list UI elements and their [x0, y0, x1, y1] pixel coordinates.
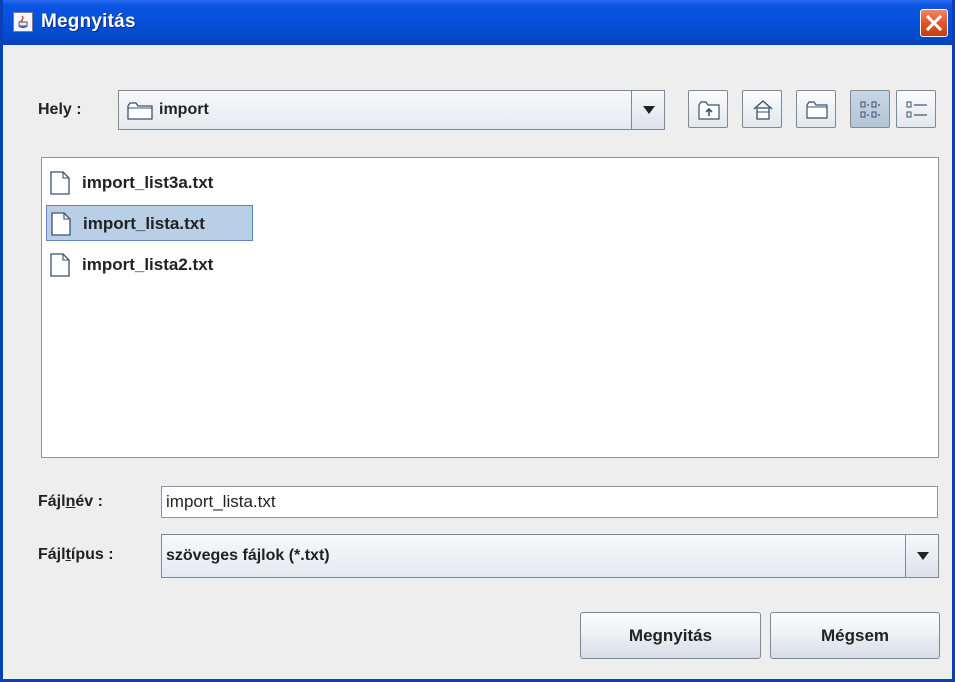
filetype-label: Fájltípus : [38, 546, 114, 563]
filetype-value: szöveges fájlok (*.txt) [166, 547, 330, 564]
new-folder-button[interactable] [796, 90, 836, 128]
folder-up-icon [698, 101, 720, 120]
window-title: Megnyitás [41, 11, 136, 32]
folder-icon [127, 102, 153, 120]
chevron-down-icon [917, 552, 929, 560]
file-icon [51, 212, 71, 236]
file-item-import_lista2[interactable]: import_lista2.txt [46, 247, 286, 283]
details-view-button[interactable] [896, 90, 936, 128]
title-bar[interactable]: Megnyitás [3, 0, 952, 45]
filetype-dropdown-button[interactable] [905, 534, 939, 578]
location-label: Hely : [38, 101, 82, 118]
location-dropdown-button[interactable] [631, 90, 665, 130]
close-icon [926, 15, 942, 31]
location-combo[interactable]: import [118, 90, 665, 130]
new-folder-icon [806, 101, 828, 119]
home-icon [753, 100, 773, 120]
file-name: import_lista2.txt [82, 255, 214, 274]
file-open-dialog: Megnyitás Hely : import import_list3a.tx… [0, 0, 955, 682]
file-item-import_list3a[interactable]: import_list3a.txt [46, 165, 286, 201]
file-list[interactable]: import_list3a.txt import_lista.txt impor… [41, 157, 939, 458]
filetype-combo[interactable]: szöveges fájlok (*.txt) [161, 534, 939, 578]
chevron-down-icon [643, 106, 655, 114]
file-item-import_lista[interactable]: import_lista.txt [46, 205, 253, 241]
location-value: import [159, 101, 209, 118]
details-view-icon [906, 101, 927, 118]
list-view-icon [860, 101, 880, 118]
file-icon [50, 171, 70, 195]
file-icon [50, 253, 70, 277]
filename-input[interactable] [161, 486, 938, 518]
filename-mnemonic: n [65, 493, 76, 510]
close-button[interactable] [920, 9, 948, 37]
java-app-icon [13, 12, 33, 32]
list-view-button[interactable] [850, 90, 890, 128]
cancel-button[interactable]: Mégsem [770, 612, 940, 659]
home-button[interactable] [742, 90, 782, 128]
up-one-level-button[interactable] [688, 90, 728, 128]
open-button[interactable]: Megnyitás [580, 612, 761, 659]
file-name: import_lista.txt [83, 214, 205, 233]
filename-label: Fájlnév : [38, 493, 103, 510]
file-name: import_list3a.txt [82, 173, 214, 192]
